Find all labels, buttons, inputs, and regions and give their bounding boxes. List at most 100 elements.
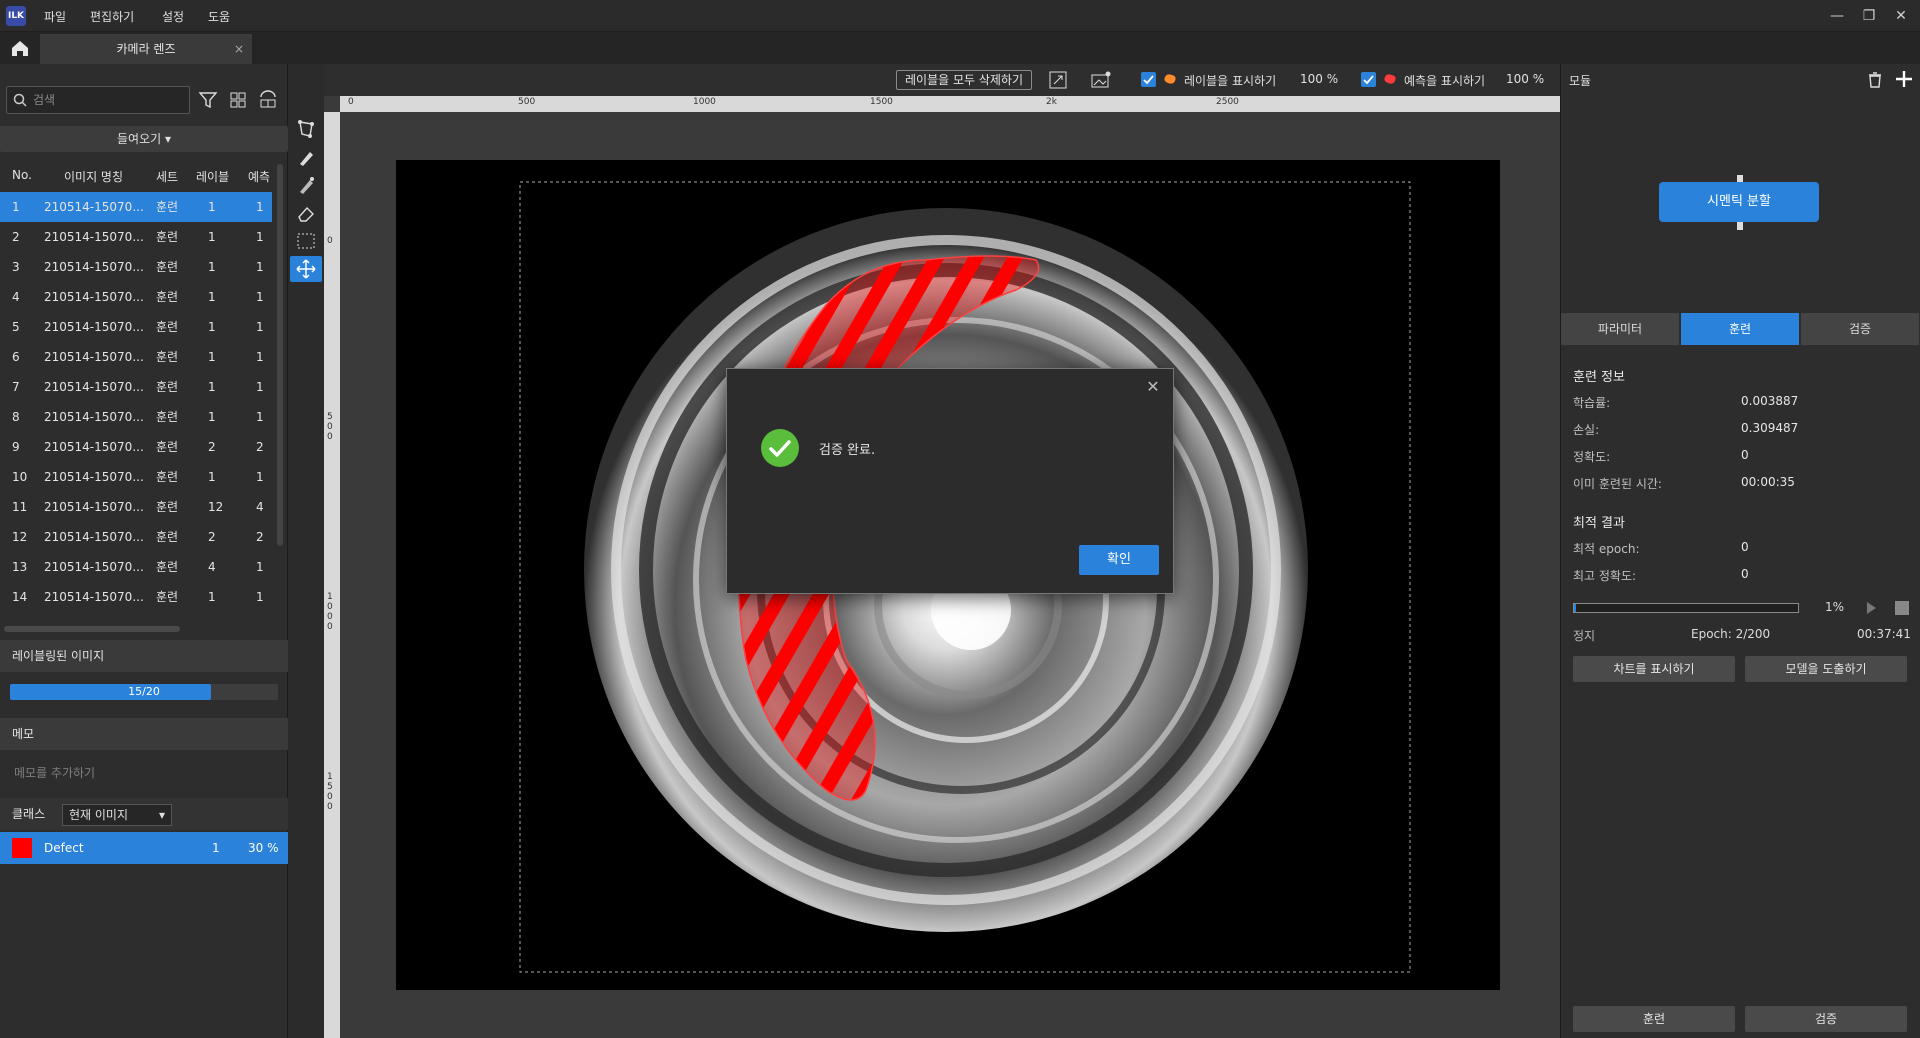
cell-set: 훈련 [156, 530, 179, 544]
show-prediction-label: 예측을 표시하기 [1404, 74, 1486, 88]
filter-icon[interactable] [196, 88, 220, 112]
brush-tool-icon[interactable] [290, 144, 322, 170]
image-settings-icon[interactable] [1090, 70, 1112, 90]
smart-brush-tool-icon[interactable] [290, 172, 322, 198]
right-panel: 모듈 시멘틱 분할 파라미터 훈련 검증 훈련 정보 학습률: 0.003887… [1560, 64, 1920, 1038]
col-no[interactable]: No. [12, 168, 32, 182]
cell-name: 210514-15070... [44, 320, 144, 334]
trained-time-value: 00:00:35 [1741, 475, 1795, 489]
dialog-message: 검증 완료. [819, 443, 876, 458]
class-item-defect[interactable]: Defect 1 30 % [0, 832, 288, 864]
table-row[interactable]: 11 210514-15070... 훈련 12 4 [0, 492, 272, 522]
accuracy-label: 정확도: [1573, 450, 1611, 464]
tab-camera-lens[interactable]: 카메라 렌즈 × [40, 34, 252, 64]
tab-close-icon[interactable]: × [234, 34, 244, 64]
training-progress-bar [1573, 603, 1799, 613]
delete-all-labels-button[interactable]: 레이블을 모두 삭제하기 [896, 70, 1032, 90]
cell-pred: 1 [256, 470, 264, 484]
table-row[interactable]: 7 210514-15070... 훈련 1 1 [0, 372, 272, 402]
memo-input[interactable]: 메모를 추가하기 [14, 764, 95, 781]
semantic-segmentation-module[interactable]: 시멘틱 분할 [1659, 182, 1819, 222]
polygon-tool-icon[interactable] [290, 116, 322, 142]
table-row[interactable]: 8 210514-15070... 훈련 1 1 [0, 402, 272, 432]
cell-name: 210514-15070... [44, 590, 144, 604]
learning-rate-label: 학습률: [1573, 396, 1611, 410]
table-row[interactable]: 3 210514-15070... 훈련 1 1 [0, 252, 272, 282]
table-row[interactable]: 10 210514-15070... 훈련 1 1 [0, 462, 272, 492]
module-panel-title: 모듈 [1569, 74, 1592, 88]
import-button[interactable]: 들여오기 ▾ [0, 126, 288, 152]
cell-name: 210514-15070... [44, 500, 144, 514]
grid-view-icon[interactable] [226, 88, 250, 112]
trash-icon[interactable] [1865, 70, 1885, 90]
table-row[interactable]: 14 210514-15070... 훈련 1 1 [0, 582, 272, 612]
col-label[interactable]: 레이블 [196, 168, 229, 185]
search-box[interactable] [6, 86, 190, 114]
table-row[interactable]: 2 210514-15070... 훈련 1 1 [0, 222, 272, 252]
cell-label: 1 [208, 590, 216, 604]
ruler-tick: 1000 [693, 97, 716, 107]
table-row[interactable]: 6 210514-15070... 훈련 1 1 [0, 342, 272, 372]
show-chart-button[interactable]: 차트를 표시하기 [1573, 656, 1735, 682]
menu-file[interactable]: 파일 [44, 8, 66, 25]
home-icon[interactable] [6, 36, 34, 60]
rect-select-tool-icon[interactable] [290, 228, 322, 254]
train-button[interactable]: 훈련 [1573, 1006, 1735, 1032]
ruler-tick: 0 [327, 236, 333, 246]
menu-settings[interactable]: 설정 [162, 8, 184, 25]
table-scrollbar-vertical[interactable] [277, 164, 283, 546]
table-row[interactable]: 5 210514-15070... 훈련 1 1 [0, 312, 272, 342]
menu-help[interactable]: 도움 [208, 8, 230, 25]
prediction-opacity[interactable]: 100 % [1506, 72, 1544, 86]
trained-time-label: 이미 훈련된 시간: [1573, 477, 1662, 491]
cell-pred: 1 [256, 260, 264, 274]
move-tool-icon[interactable] [290, 256, 322, 282]
show-prediction-checkbox[interactable] [1361, 72, 1376, 87]
add-icon[interactable] [1893, 68, 1915, 90]
ruler-tick: 0 [348, 97, 354, 107]
validate-button[interactable]: 검증 [1745, 1006, 1907, 1032]
cell-name: 210514-15070... [44, 560, 144, 574]
cell-set: 훈련 [156, 470, 179, 484]
export-model-button[interactable]: 모델을 도출하기 [1745, 656, 1907, 682]
col-set[interactable]: 세트 [156, 168, 178, 185]
minimize-button[interactable]: — [1822, 4, 1852, 28]
tab-validation[interactable]: 검증 [1801, 313, 1919, 345]
tab-parameters[interactable]: 파라미터 [1561, 313, 1679, 345]
stop-icon[interactable] [1895, 601, 1909, 615]
show-labels-checkbox[interactable] [1141, 72, 1156, 87]
cell-no: 11 [12, 500, 28, 514]
cell-name: 210514-15070... [44, 350, 144, 364]
menu-edit[interactable]: 편집하기 [90, 8, 134, 25]
play-icon[interactable] [1863, 600, 1879, 616]
fit-view-icon[interactable] [1048, 70, 1068, 90]
table-row[interactable]: 1 210514-15070... 훈련 1 1 [0, 192, 272, 222]
table-row[interactable]: 13 210514-15070... 훈련 4 1 [0, 552, 272, 582]
cell-no: 9 [12, 440, 20, 454]
best-accuracy-value: 0 [1741, 567, 1749, 581]
col-pred[interactable]: 예측 [248, 168, 270, 185]
cell-name: 210514-15070... [44, 380, 144, 394]
cell-set: 훈련 [156, 230, 179, 244]
show-labels-label: 레이블을 표시하기 [1184, 74, 1277, 88]
close-window-button[interactable]: ✕ [1886, 4, 1916, 28]
tool-column [288, 64, 324, 1038]
dialog-close-icon[interactable]: ✕ [1143, 377, 1163, 397]
table-row[interactable]: 4 210514-15070... 훈련 1 1 [0, 282, 272, 312]
best-result-title: 최적 결과 [1573, 516, 1625, 531]
col-name[interactable]: 이미지 명칭 [64, 168, 123, 185]
dialog-ok-button[interactable]: 확인 [1079, 545, 1159, 575]
cell-pred: 1 [256, 590, 264, 604]
class-dropdown[interactable]: 현재 이미지 ▾ [62, 804, 172, 826]
search-input[interactable] [33, 91, 183, 109]
restore-button[interactable]: ❐ [1854, 4, 1884, 28]
table-row[interactable]: 9 210514-15070... 훈련 2 2 [0, 432, 272, 462]
class-color-swatch[interactable] [12, 838, 32, 858]
labels-opacity[interactable]: 100 % [1300, 72, 1338, 86]
split-view-icon[interactable] [256, 88, 280, 112]
cell-set: 훈련 [156, 560, 179, 574]
eraser-tool-icon[interactable] [290, 200, 322, 226]
table-row[interactable]: 12 210514-15070... 훈련 2 2 [0, 522, 272, 552]
tab-training[interactable]: 훈련 [1681, 313, 1799, 345]
table-scrollbar-horizontal[interactable] [4, 626, 180, 632]
